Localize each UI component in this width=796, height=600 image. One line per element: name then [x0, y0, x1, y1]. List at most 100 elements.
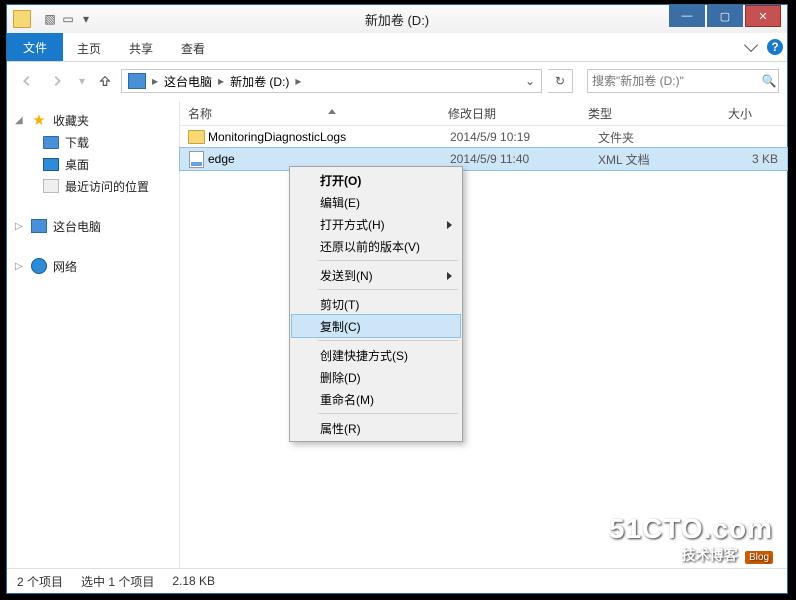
watermark-big: 51CTO.com: [609, 513, 773, 545]
file-name: edge: [206, 152, 442, 166]
column-name[interactable]: 名称: [180, 105, 440, 122]
sort-asc-icon: [328, 109, 336, 117]
menu-rename[interactable]: 重命名(M): [292, 388, 460, 410]
search-box[interactable]: 🔍: [587, 69, 779, 93]
status-bar: 2 个项目 选中 1 个项目 2.18 KB: [7, 568, 787, 593]
folder-icon: [188, 130, 205, 144]
sidebar-item-label: 下载: [65, 134, 89, 151]
window-controls: — ▢ ✕: [669, 5, 787, 33]
xml-file-icon: [189, 151, 204, 168]
watermark-blog: Blog: [745, 551, 773, 564]
explorer-window: ▧ ▭ ▾ 新加卷 (D:) — ▢ ✕ 文件 主页 共享 查看 ?: [6, 4, 788, 594]
desktop-icon: [43, 158, 59, 171]
tree-collapse-icon[interactable]: ◢: [15, 115, 25, 126]
sidebar-item-label: 桌面: [65, 156, 89, 173]
titlebar: ▧ ▭ ▾ 新加卷 (D:) — ▢ ✕: [7, 5, 787, 33]
menu-shortcut[interactable]: 创建快捷方式(S): [292, 344, 460, 366]
menu-separator: [318, 413, 458, 414]
context-menu: 打开(O) 编辑(E) 打开方式(H) 还原以前的版本(V) 发送到(N) 剪切…: [289, 166, 463, 442]
sidebar-item-label: 这台电脑: [53, 218, 101, 235]
file-date: 2014/5/9 11:40: [442, 152, 590, 166]
up-button[interactable]: [95, 71, 115, 91]
sidebar-recent[interactable]: 最近访问的位置: [7, 175, 179, 197]
menu-separator: [318, 340, 458, 341]
tree-expand-icon[interactable]: ▷: [15, 261, 25, 272]
menu-cut[interactable]: 剪切(T): [292, 293, 460, 315]
pc-icon: [128, 73, 146, 89]
folder-icon: [13, 10, 31, 28]
qat-properties-icon[interactable]: ▧: [41, 10, 59, 28]
sidebar-item-label: 网络: [53, 258, 77, 275]
menu-separator: [318, 289, 458, 290]
network-icon: [31, 258, 47, 274]
sidebar-desktop[interactable]: 桌面: [7, 153, 179, 175]
breadcrumb-root[interactable]: 这台电脑: [160, 73, 216, 90]
sidebar-downloads[interactable]: 下载: [7, 131, 179, 153]
file-type: XML 文档: [590, 151, 708, 168]
sidebar-network[interactable]: ▷ 网络: [7, 255, 179, 277]
breadcrumb-sep-icon[interactable]: ▸: [150, 74, 160, 88]
maximize-button[interactable]: ▢: [707, 5, 743, 27]
file-name: MonitoringDiagnosticLogs: [206, 130, 442, 144]
recent-icon: [43, 179, 59, 193]
ribbon-minimize-icon[interactable]: [739, 33, 763, 61]
file-pane: 名称 修改日期 类型 大小 MonitoringDiagnosticLogs 2…: [180, 101, 787, 569]
search-icon[interactable]: 🔍: [761, 74, 778, 88]
ribbon: 文件 主页 共享 查看 ?: [7, 33, 787, 62]
column-size[interactable]: 大小: [690, 105, 760, 122]
breadcrumb-sep-icon[interactable]: ▸: [216, 74, 226, 88]
watermark: 51CTO.com 技术博客 Blog: [609, 513, 773, 565]
status-selection: 选中 1 个项目: [81, 573, 154, 590]
back-button[interactable]: [15, 69, 39, 93]
menu-delete[interactable]: 删除(D): [292, 366, 460, 388]
qat-newfolder-icon[interactable]: ▭: [59, 10, 77, 28]
menu-separator: [318, 260, 458, 261]
menu-properties[interactable]: 属性(R): [292, 417, 460, 439]
search-input[interactable]: [588, 74, 761, 88]
breadcrumb-path[interactable]: 新加卷 (D:): [226, 73, 293, 90]
help-icon[interactable]: ?: [763, 33, 787, 61]
sidebar: ◢ ★ 收藏夹 下载 桌面: [7, 101, 180, 569]
menu-open-with[interactable]: 打开方式(H): [292, 213, 460, 235]
file-type: 文件夹: [590, 129, 708, 146]
file-rows: MonitoringDiagnosticLogs 2014/5/9 10:19 …: [180, 126, 787, 170]
column-headers: 名称 修改日期 类型 大小: [180, 101, 787, 126]
tab-view[interactable]: 查看: [167, 33, 219, 61]
breadcrumb-sep-icon[interactable]: ▸: [293, 74, 303, 88]
menu-open[interactable]: 打开(O): [292, 169, 460, 191]
tab-file[interactable]: 文件: [7, 33, 63, 61]
file-row[interactable]: edge 2014/5/9 11:40 XML 文档 3 KB: [180, 148, 787, 170]
file-date: 2014/5/9 10:19: [442, 130, 590, 144]
tab-share[interactable]: 共享: [115, 33, 167, 61]
history-dropdown-icon[interactable]: ▾: [75, 69, 89, 93]
sidebar-item-label: 收藏夹: [53, 112, 89, 129]
close-button[interactable]: ✕: [745, 5, 781, 27]
watermark-small: 技术博客: [682, 547, 738, 563]
star-icon: ★: [31, 112, 47, 128]
menu-restore[interactable]: 还原以前的版本(V): [292, 235, 460, 257]
tree-expand-icon[interactable]: ▷: [15, 221, 25, 232]
address-dropdown-icon[interactable]: ⌄: [521, 74, 539, 88]
address-bar[interactable]: ▸ 这台电脑 ▸ 新加卷 (D:) ▸ ⌄: [121, 69, 542, 93]
status-count: 2 个项目: [17, 573, 63, 590]
nav-row: ▾ ▸ 这台电脑 ▸ 新加卷 (D:) ▸ ⌄ ↻ 🔍: [7, 62, 787, 100]
column-type[interactable]: 类型: [580, 105, 690, 122]
minimize-button[interactable]: —: [669, 5, 705, 27]
pc-icon: [31, 219, 47, 233]
sidebar-item-label: 最近访问的位置: [65, 178, 149, 195]
quick-access-toolbar: ▧ ▭ ▾: [41, 10, 95, 28]
sidebar-favorites[interactable]: ◢ ★ 收藏夹: [7, 109, 179, 131]
menu-copy[interactable]: 复制(C): [291, 314, 461, 338]
file-size: 3 KB: [708, 152, 786, 166]
column-label: 名称: [188, 105, 212, 122]
file-row[interactable]: MonitoringDiagnosticLogs 2014/5/9 10:19 …: [180, 126, 787, 148]
qat-dropdown-icon[interactable]: ▾: [77, 10, 95, 28]
column-date[interactable]: 修改日期: [440, 105, 580, 122]
menu-edit[interactable]: 编辑(E): [292, 191, 460, 213]
tab-home[interactable]: 主页: [63, 33, 115, 61]
sidebar-this-pc[interactable]: ▷ 这台电脑: [7, 215, 179, 237]
menu-send-to[interactable]: 发送到(N): [292, 264, 460, 286]
refresh-button[interactable]: ↻: [548, 69, 573, 93]
forward-button[interactable]: [45, 69, 69, 93]
status-size: 2.18 KB: [172, 574, 215, 588]
